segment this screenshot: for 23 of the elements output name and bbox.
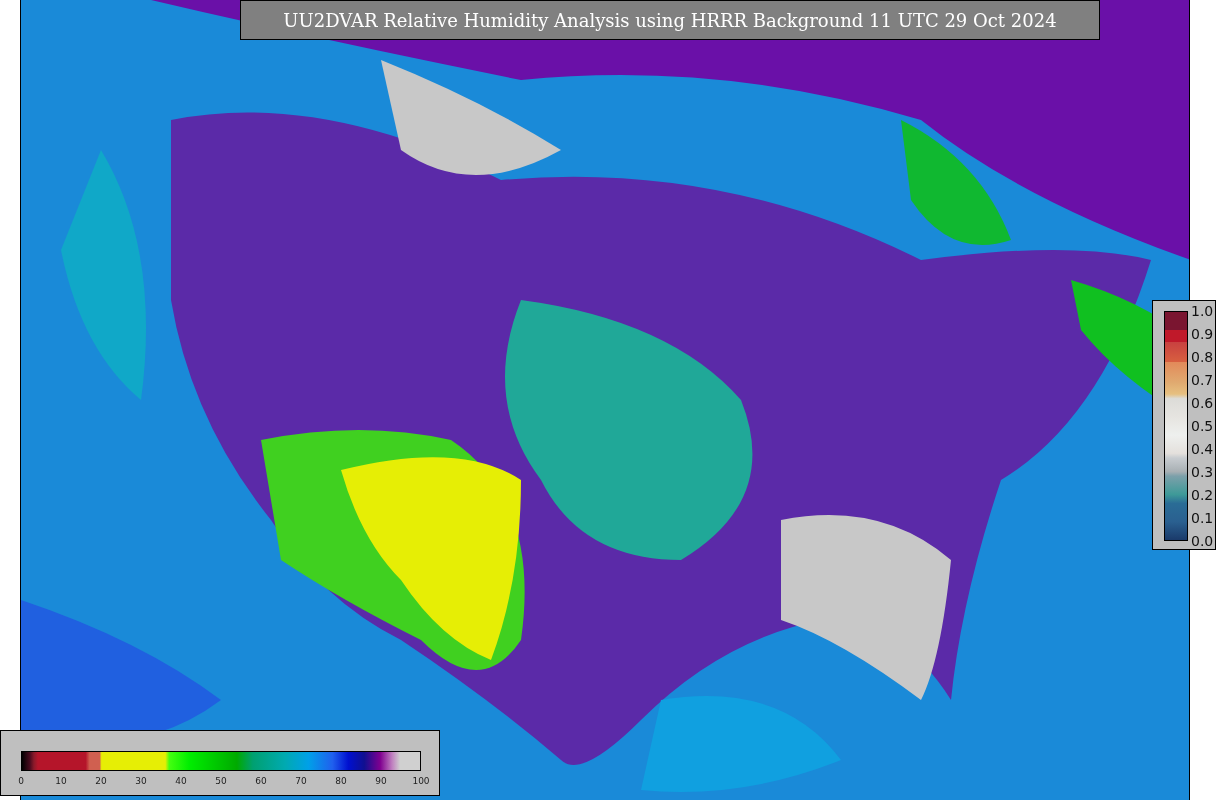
scale-label: 0.7 xyxy=(1191,372,1214,388)
scale-label: 0.4 xyxy=(1191,441,1214,457)
scale-label: 0.5 xyxy=(1191,418,1214,434)
scale-label: 0.8 xyxy=(1191,349,1214,365)
scale-label: 70 xyxy=(295,776,307,786)
scale-label: 0.1 xyxy=(1191,510,1214,526)
scale-label: 50 xyxy=(215,776,227,786)
scale-label: 30 xyxy=(135,776,147,786)
scale-label: 0.0 xyxy=(1191,533,1214,549)
scale-label: 60 xyxy=(255,776,267,786)
scale-label: 100 xyxy=(412,776,430,786)
scale-label: 0 xyxy=(18,776,24,786)
scale-label: 40 xyxy=(175,776,187,786)
scale-label: 0.9 xyxy=(1191,326,1214,342)
scale-label: 0.2 xyxy=(1191,487,1214,503)
scale-label: 1.0 xyxy=(1191,303,1214,319)
scale-label: 90 xyxy=(375,776,387,786)
scale-label: 20 xyxy=(95,776,107,786)
scale-label: 0.6 xyxy=(1191,395,1214,411)
scale-label: 0.3 xyxy=(1191,464,1214,480)
scale-label: 10 xyxy=(55,776,67,786)
map-title: UU2DVAR Relative Humidity Analysis using HRRR Background 11 UTC 29 Oct 2024 xyxy=(240,0,1100,40)
scale-label: 80 xyxy=(335,776,347,786)
